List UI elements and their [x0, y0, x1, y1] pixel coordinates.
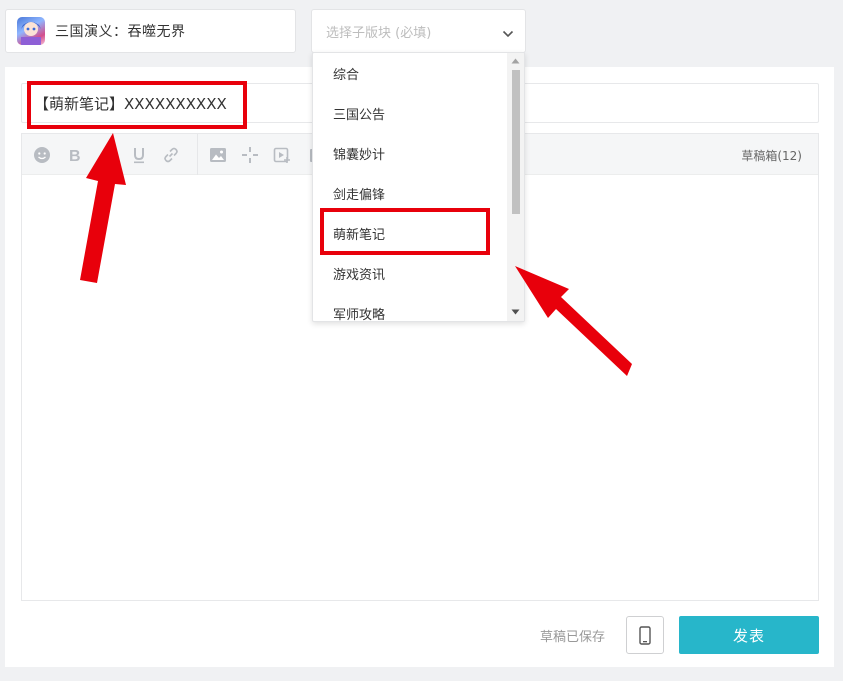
link-icon[interactable] [161, 145, 181, 165]
game-selector[interactable]: 三国演义：吞噬无界 [5, 9, 296, 53]
scroll-up-arrow-icon[interactable] [511, 58, 520, 64]
italic-icon[interactable]: I [97, 145, 117, 165]
chevron-down-icon [502, 25, 514, 44]
emoji-icon[interactable] [32, 145, 52, 165]
dropdown-scrollbar[interactable] [507, 53, 524, 321]
dropdown-item-youxi-zixun[interactable]: 游戏资讯 [313, 253, 508, 293]
svg-text:I: I [102, 146, 110, 164]
item-highlight-box [320, 208, 490, 255]
underline-icon[interactable] [129, 145, 149, 165]
dropdown-item-jianzou-pianfeng[interactable]: 剑走偏锋 [313, 173, 508, 213]
phone-icon [639, 625, 651, 645]
title-highlight-box [27, 81, 247, 129]
game-name: 三国演义：吞噬无界 [55, 24, 186, 40]
bold-icon[interactable]: B [65, 145, 85, 165]
subforum-dropdown: 综合 三国公告 锦囊妙计 剑走偏锋 萌新笔记 游戏资讯 军师攻略 [312, 52, 525, 322]
video-icon[interactable] [272, 145, 292, 165]
game-avatar [17, 17, 45, 45]
dropdown-item-zonghe[interactable]: 综合 [313, 53, 508, 93]
mobile-preview-button[interactable] [626, 616, 664, 654]
sparkle-icon[interactable] [240, 145, 260, 165]
image-icon[interactable] [208, 145, 228, 165]
drafts-link[interactable]: 草稿箱(12) [741, 147, 802, 164]
dropdown-item-sanguo-gonggao[interactable]: 三国公告 [313, 93, 508, 133]
dropdown-item-jinnang-miaoji[interactable]: 锦囊妙计 [313, 133, 508, 173]
svg-text:B: B [69, 148, 81, 164]
dropdown-item-junshi-gonglue[interactable]: 军师攻略 [313, 293, 508, 322]
draft-saved-status: 草稿已保存 [540, 630, 606, 645]
scrollbar-thumb[interactable] [512, 70, 520, 214]
subforum-select[interactable]: 选择子版块 (必填) [311, 9, 526, 53]
toolbar-divider [197, 134, 198, 175]
subforum-placeholder: 选择子版块 (必填) [326, 25, 432, 41]
scroll-down-arrow-icon[interactable] [511, 309, 520, 315]
publish-button[interactable]: 发表 [679, 616, 819, 654]
